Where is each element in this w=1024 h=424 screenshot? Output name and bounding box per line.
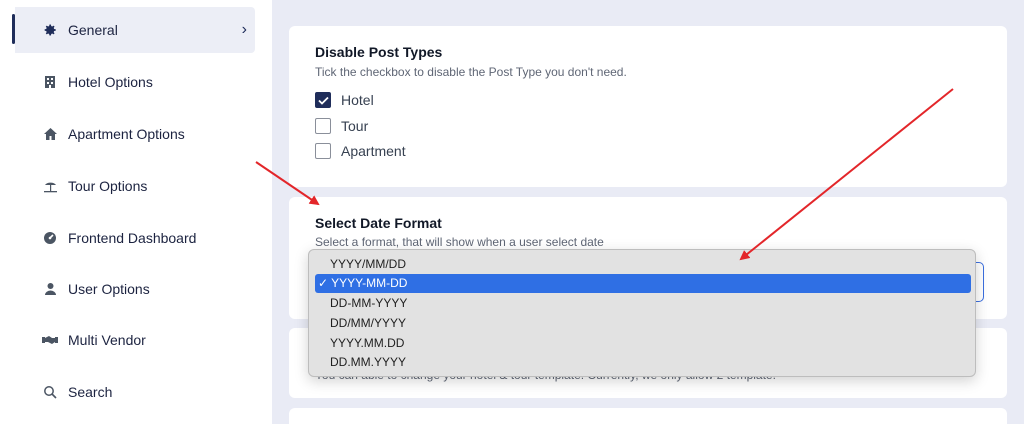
- sidebar-item-label: Tour Options: [68, 178, 148, 194]
- sidebar-item-multi-vendor[interactable]: Multi Vendor: [15, 317, 255, 363]
- date-format-dropdown[interactable]: YYYY/MM/DD ✓ YYYY-MM-DD DD-MM-YYYY DD/MM…: [308, 249, 976, 377]
- sidebar-item-label: Multi Vendor: [68, 332, 146, 348]
- sidebar-item-label: General: [68, 22, 118, 38]
- chevron-right-icon: ›: [241, 21, 247, 38]
- date-format-title: Select Date Format: [315, 215, 442, 231]
- checkbox-apartment[interactable]: Apartment: [315, 143, 406, 159]
- checkbox-hotel[interactable]: Hotel: [315, 92, 374, 108]
- sidebar-item-user-options[interactable]: User Options: [15, 266, 255, 312]
- sidebar-item-label: Search: [68, 384, 113, 400]
- search-icon: [42, 384, 58, 400]
- building-icon: [42, 74, 58, 90]
- sidebar-item-search[interactable]: Search: [15, 369, 255, 415]
- dropdown-option[interactable]: YYYY/MM/DD: [315, 255, 971, 274]
- checkbox-label: Tour: [341, 118, 369, 134]
- sidebar-item-label: Frontend Dashboard: [68, 230, 197, 246]
- sidebar-item-general[interactable]: General ›: [15, 7, 255, 53]
- user-icon: [42, 281, 58, 297]
- sidebar-item-label: Hotel Options: [68, 74, 153, 90]
- sidebar-item-label: User Options: [68, 281, 150, 297]
- home-icon: [42, 126, 58, 142]
- checkbox-unchecked-icon[interactable]: [315, 118, 331, 134]
- dropdown-option[interactable]: DD-MM-YYYY: [315, 294, 971, 313]
- post-types-description: Tick the checkbox to disable the Post Ty…: [315, 65, 627, 79]
- sidebar-item-label: Apartment Options: [68, 126, 185, 142]
- handshake-icon: [42, 332, 58, 348]
- checkbox-label: Hotel: [341, 92, 374, 108]
- gear-icon: [42, 22, 58, 38]
- sidebar-item-frontend-dashboard[interactable]: Frontend Dashboard: [15, 215, 255, 261]
- date-format-description: Select a format, that will show when a u…: [315, 235, 604, 249]
- checkbox-tour[interactable]: Tour: [315, 118, 368, 134]
- dropdown-option[interactable]: DD/MM/YYYY: [315, 314, 971, 333]
- umbrella-icon: [42, 178, 58, 194]
- sidebar-item-apartment-options[interactable]: Apartment Options: [15, 111, 255, 157]
- checkbox-checked-icon[interactable]: [315, 92, 331, 108]
- sidebar-item-hotel-options[interactable]: Hotel Options: [15, 59, 255, 105]
- checkbox-unchecked-icon[interactable]: [315, 143, 331, 159]
- sidebar-item-tour-options[interactable]: Tour Options: [15, 163, 255, 209]
- dropdown-option[interactable]: YYYY.MM.DD: [315, 334, 971, 353]
- dropdown-option-selected[interactable]: ✓ YYYY-MM-DD: [315, 274, 971, 293]
- next-card: [289, 408, 1007, 424]
- dashboard-icon: [42, 230, 58, 246]
- checkbox-label: Apartment: [341, 143, 406, 159]
- dropdown-option[interactable]: DD.MM.YYYY: [315, 353, 971, 372]
- sidebar: General › Hotel Options Apartment Option…: [0, 0, 256, 424]
- post-types-title: Disable Post Types: [315, 44, 443, 60]
